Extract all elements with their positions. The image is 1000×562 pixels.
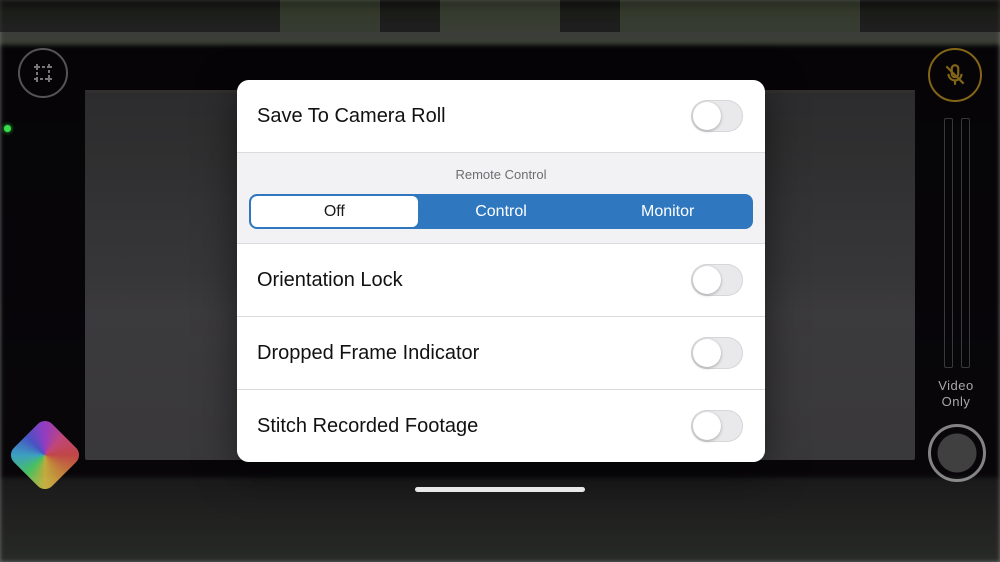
- crop-button[interactable]: [18, 48, 68, 98]
- home-indicator[interactable]: [415, 487, 585, 492]
- toggle-knob: [693, 339, 721, 367]
- audio-meter-left: [944, 118, 953, 368]
- mic-off-icon: [942, 62, 968, 88]
- record-button[interactable]: [928, 424, 986, 482]
- segment-off[interactable]: Off: [251, 196, 418, 227]
- remote-control-title: Remote Control: [249, 167, 753, 182]
- segment-monitor[interactable]: Monitor: [584, 196, 751, 227]
- audio-level-meters: [944, 118, 970, 368]
- remote-control-section: Remote Control Off Control Monitor: [237, 153, 765, 244]
- row-dropped-frame: Dropped Frame Indicator: [237, 317, 765, 390]
- record-mode-label: Video Only: [924, 378, 988, 410]
- mic-mute-button[interactable]: [928, 48, 982, 102]
- audio-meter-right: [961, 118, 970, 368]
- label-dropped-frame: Dropped Frame Indicator: [257, 342, 479, 365]
- row-orientation-lock: Orientation Lock: [237, 244, 765, 317]
- segment-control[interactable]: Control: [418, 196, 585, 227]
- remote-control-segmented[interactable]: Off Control Monitor: [249, 194, 753, 229]
- row-stitch-footage: Stitch Recorded Footage: [237, 390, 765, 462]
- label-stitch-footage: Stitch Recorded Footage: [257, 415, 478, 438]
- label-orientation-lock: Orientation Lock: [257, 269, 403, 292]
- row-save-camera-roll: Save To Camera Roll: [237, 80, 765, 153]
- toggle-orientation-lock[interactable]: [691, 264, 743, 296]
- label-save-camera-roll: Save To Camera Roll: [257, 105, 446, 128]
- status-dot: [4, 125, 11, 132]
- toggle-dropped-frame[interactable]: [691, 337, 743, 369]
- settings-panel: Save To Camera Roll Remote Control Off C…: [237, 80, 765, 462]
- toggle-save-camera-roll[interactable]: [691, 100, 743, 132]
- toggle-knob: [693, 412, 721, 440]
- toggle-stitch-footage[interactable]: [691, 410, 743, 442]
- toggle-knob: [693, 266, 721, 294]
- crop-icon: [31, 61, 55, 85]
- toggle-knob: [693, 102, 721, 130]
